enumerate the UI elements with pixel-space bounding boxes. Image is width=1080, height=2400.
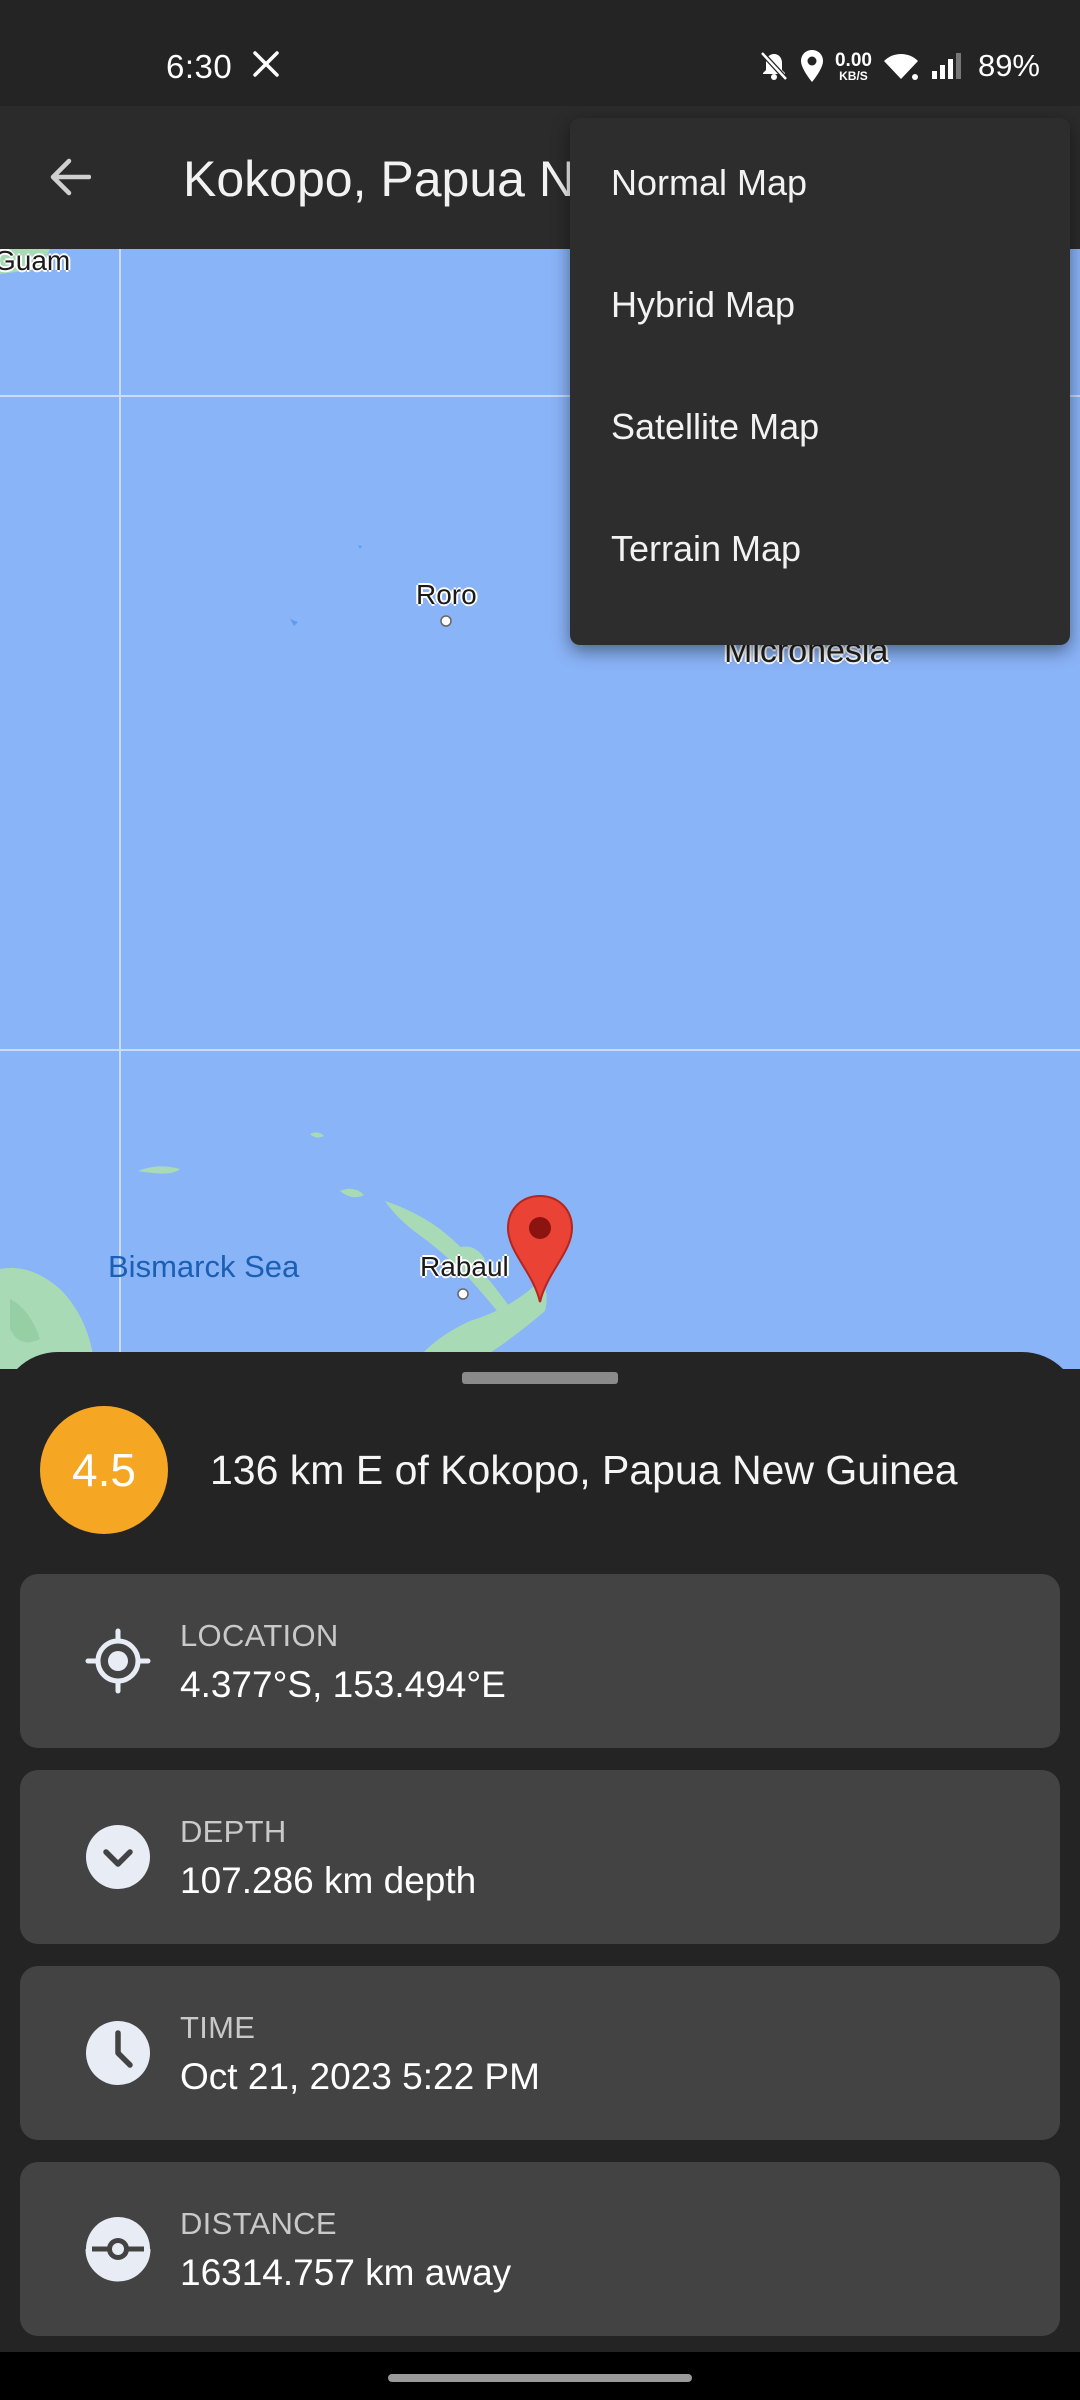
page-title: Kokopo, Papua N (183, 151, 575, 207)
compass-icon (85, 2217, 151, 2282)
menu-item-hybrid-map[interactable]: Hybrid Map (570, 244, 1070, 366)
location-label: LOCATION (180, 1618, 339, 1653)
depth-value: 107.286 km depth (180, 1860, 477, 1901)
location-icon (800, 50, 823, 82)
back-button[interactable] (38, 146, 100, 208)
status-bar: 6:30 0.00 KB/S 89% (0, 0, 1080, 106)
x-icon (253, 51, 279, 77)
map-type-menu: Normal Map Hybrid Map Satellite Map Terr… (570, 118, 1070, 645)
time-value: Oct 21, 2023 5:22 PM (180, 2056, 540, 2097)
chevron-down-circle-icon (86, 1825, 150, 1889)
data-rate: 0.00 KB/S (835, 51, 872, 82)
home-gesture-handle[interactable] (388, 2374, 692, 2382)
distance-card: DISTANCE 16314.757 km away (20, 2162, 1060, 2336)
menu-item-terrain-map[interactable]: Terrain Map (570, 488, 1070, 610)
status-icons: 0.00 KB/S 89% (759, 46, 1040, 86)
depth-card: DEPTH 107.286 km depth (20, 1770, 1060, 1944)
status-time: 6:30 (166, 48, 233, 85)
menu-item-normal-map[interactable]: Normal Map (570, 122, 1070, 244)
menu-item-satellite-map[interactable]: Satellite Map (570, 366, 1070, 488)
clock-icon (86, 2021, 150, 2085)
location-value: 4.377°S, 153.494°E (180, 1664, 506, 1705)
wifi-icon (883, 53, 918, 80)
signal-icon (931, 53, 961, 79)
depth-label: DEPTH (180, 1814, 287, 1849)
time-label: TIME (180, 2010, 256, 2045)
location-target-icon (85, 1628, 151, 1694)
back-arrow-icon (50, 158, 91, 196)
distance-value: 16314.757 km away (180, 2252, 512, 2293)
notifications-off-icon (760, 51, 788, 81)
data-rate-unit: KB/S (839, 68, 868, 83)
map-label-rabaul: Rabaul (420, 1251, 509, 1282)
data-rate-value: 0.00 (834, 49, 872, 71)
place-title: 136 km E of Kokopo, Papua New Guinea (210, 1447, 958, 1493)
distance-label: DISTANCE (180, 2206, 337, 2241)
map-label-guam: Guam (0, 249, 71, 276)
location-card: LOCATION 4.377°S, 153.494°E (20, 1574, 1060, 1748)
map-label-roro: Roro (416, 579, 477, 610)
battery-level: 89% (977, 48, 1040, 83)
magnitude-badge: 4.5 (40, 1406, 168, 1534)
map-pin-icon[interactable] (505, 1194, 575, 1306)
earthquake-details-sheet: 4.5 136 km E of Kokopo, Papua New Guinea… (0, 1352, 1080, 2352)
time-card: TIME Oct 21, 2023 5:22 PM (20, 1966, 1060, 2140)
sheet-drag-handle[interactable] (462, 1372, 618, 1384)
map-label-bismarck-sea: Bismarck Sea (108, 1249, 300, 1284)
system-nav-bar (0, 2352, 1080, 2400)
